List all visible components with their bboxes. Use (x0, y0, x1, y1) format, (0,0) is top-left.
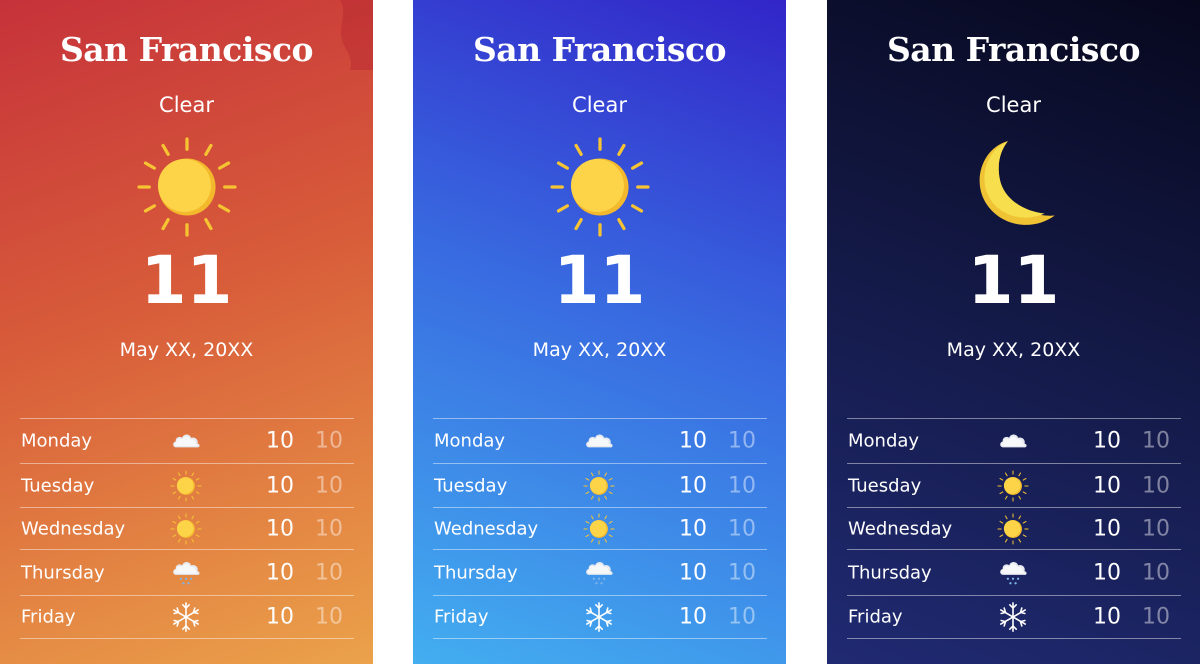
snow-cloud-icon (583, 557, 615, 589)
forecast-row: Friday 10 10 (20, 596, 354, 639)
forecast-low-temp: 10 (1142, 428, 1170, 454)
forecast-high-temp: 10 (266, 473, 294, 498)
forecast-high-temp: 10 (266, 560, 294, 585)
forecast-low-temp: 10 (728, 473, 756, 498)
forecast-row: Thursday 10 10 (433, 550, 767, 596)
forecast-low-temp: 10 (1142, 473, 1170, 498)
forecast-high-temp: 10 (1093, 516, 1121, 541)
weather-condition: Clear (986, 93, 1041, 117)
forecast-day: Tuesday (434, 475, 508, 496)
forecast-row: Wednesday 10 10 (433, 508, 767, 550)
forecast-low-temp: 10 (728, 428, 756, 454)
sun-icon (170, 470, 202, 502)
forecast-high-temp: 10 (679, 473, 707, 498)
forecast-high-temp: 10 (266, 428, 294, 454)
forecast-day: Friday (21, 606, 76, 628)
forecast-low-temp: 10 (315, 428, 343, 454)
forecast-low-temp: 10 (1142, 516, 1170, 541)
forecast-row: Monday 10 10 (20, 419, 354, 464)
forecast-high-temp: 10 (679, 428, 707, 454)
forecast-row: Friday 10 10 (847, 596, 1181, 639)
forecast-low-temp: 10 (315, 560, 343, 585)
current-date: May XX, 20XX (946, 339, 1081, 361)
forecast-high-temp: 10 (266, 516, 294, 541)
forecast-list: Monday 10 10 Tuesday 10 10 Wednesday 10 10 Thursd… (847, 418, 1181, 639)
forecast-day: Wednesday (21, 518, 126, 539)
snowflake-icon (583, 601, 615, 633)
current-date: May XX, 20XX (532, 339, 667, 361)
forecast-row: Friday 10 10 (433, 596, 767, 639)
forecast-row: Wednesday 10 10 (847, 508, 1181, 550)
weather-card-day-blue: San Francisco Clear 11 May XX, 20XX Monday 10… (413, 0, 786, 664)
forecast-low-temp: 10 (315, 473, 343, 498)
current-temperature: 11 (140, 242, 233, 319)
forecast-row: Monday 10 10 (433, 419, 767, 464)
forecast-row: Thursday 10 10 (847, 550, 1181, 596)
forecast-row: Thursday 10 10 (20, 550, 354, 596)
forecast-row: Tuesday 10 10 (847, 464, 1181, 508)
forecast-high-temp: 10 (1093, 560, 1121, 585)
forecast-high-temp: 10 (266, 604, 294, 630)
moon-icon (963, 136, 1065, 238)
sun-icon (549, 136, 651, 238)
current-temperature: 11 (553, 242, 646, 319)
forecast-day: Monday (434, 430, 506, 452)
forecast-day: Tuesday (848, 475, 922, 496)
forecast-low-temp: 10 (315, 604, 343, 630)
sun-icon (583, 513, 615, 545)
snowflake-icon (997, 601, 1029, 633)
forecast-day: Monday (21, 430, 93, 452)
current-temperature: 11 (967, 242, 1060, 319)
weather-card-night: San Francisco Clear 11 May XX, 20XX Monday 10… (827, 0, 1200, 664)
city-name: San Francisco (59, 30, 314, 69)
cloud-icon (997, 425, 1029, 457)
forecast-list: Monday 10 10 Tuesday 10 10 Wednesday 10 10 Thursd… (433, 418, 767, 639)
forecast-high-temp: 10 (679, 560, 707, 585)
forecast-list: Monday 10 10 Tuesday 10 10 Wednesday 10 10 Thursd… (20, 418, 354, 639)
forecast-low-temp: 10 (728, 604, 756, 630)
cloud-icon (583, 425, 615, 457)
weather-card-day-warm: San Francisco Clear 11 May XX, 20XX Monday 10… (0, 0, 373, 664)
forecast-high-temp: 10 (1093, 473, 1121, 498)
forecast-row: Monday 10 10 (847, 419, 1181, 464)
sun-icon (136, 136, 238, 238)
sun-icon (170, 513, 202, 545)
weather-condition: Clear (159, 93, 214, 117)
current-date: May XX, 20XX (119, 339, 254, 361)
forecast-day: Friday (434, 606, 489, 628)
snow-cloud-icon (170, 557, 202, 589)
snow-cloud-icon (997, 557, 1029, 589)
forecast-low-temp: 10 (1142, 560, 1170, 585)
forecast-day: Wednesday (434, 518, 539, 539)
forecast-low-temp: 10 (728, 516, 756, 541)
sun-icon (997, 470, 1029, 502)
sun-icon (997, 513, 1029, 545)
forecast-high-temp: 10 (679, 604, 707, 630)
forecast-row: Wednesday 10 10 (20, 508, 354, 550)
weather-condition: Clear (572, 93, 627, 117)
forecast-low-temp: 10 (728, 560, 756, 585)
forecast-day: Wednesday (848, 518, 953, 539)
sun-icon (583, 470, 615, 502)
forecast-day: Thursday (848, 562, 932, 583)
forecast-day: Thursday (434, 562, 518, 583)
snowflake-icon (170, 601, 202, 633)
forecast-high-temp: 10 (679, 516, 707, 541)
weather-cards-stage: San Francisco Clear 11 May XX, 20XX Monday 10… (0, 0, 1200, 664)
forecast-row: Tuesday 10 10 (433, 464, 767, 508)
cloud-icon (170, 425, 202, 457)
forecast-day: Monday (848, 430, 920, 452)
city-name: San Francisco (886, 30, 1141, 69)
forecast-high-temp: 10 (1093, 604, 1121, 630)
city-name: San Francisco (472, 30, 727, 69)
forecast-day: Thursday (21, 562, 105, 583)
forecast-low-temp: 10 (1142, 604, 1170, 630)
forecast-high-temp: 10 (1093, 428, 1121, 454)
forecast-day: Friday (848, 606, 903, 628)
forecast-low-temp: 10 (315, 516, 343, 541)
forecast-row: Tuesday 10 10 (20, 464, 354, 508)
forecast-day: Tuesday (21, 475, 95, 496)
